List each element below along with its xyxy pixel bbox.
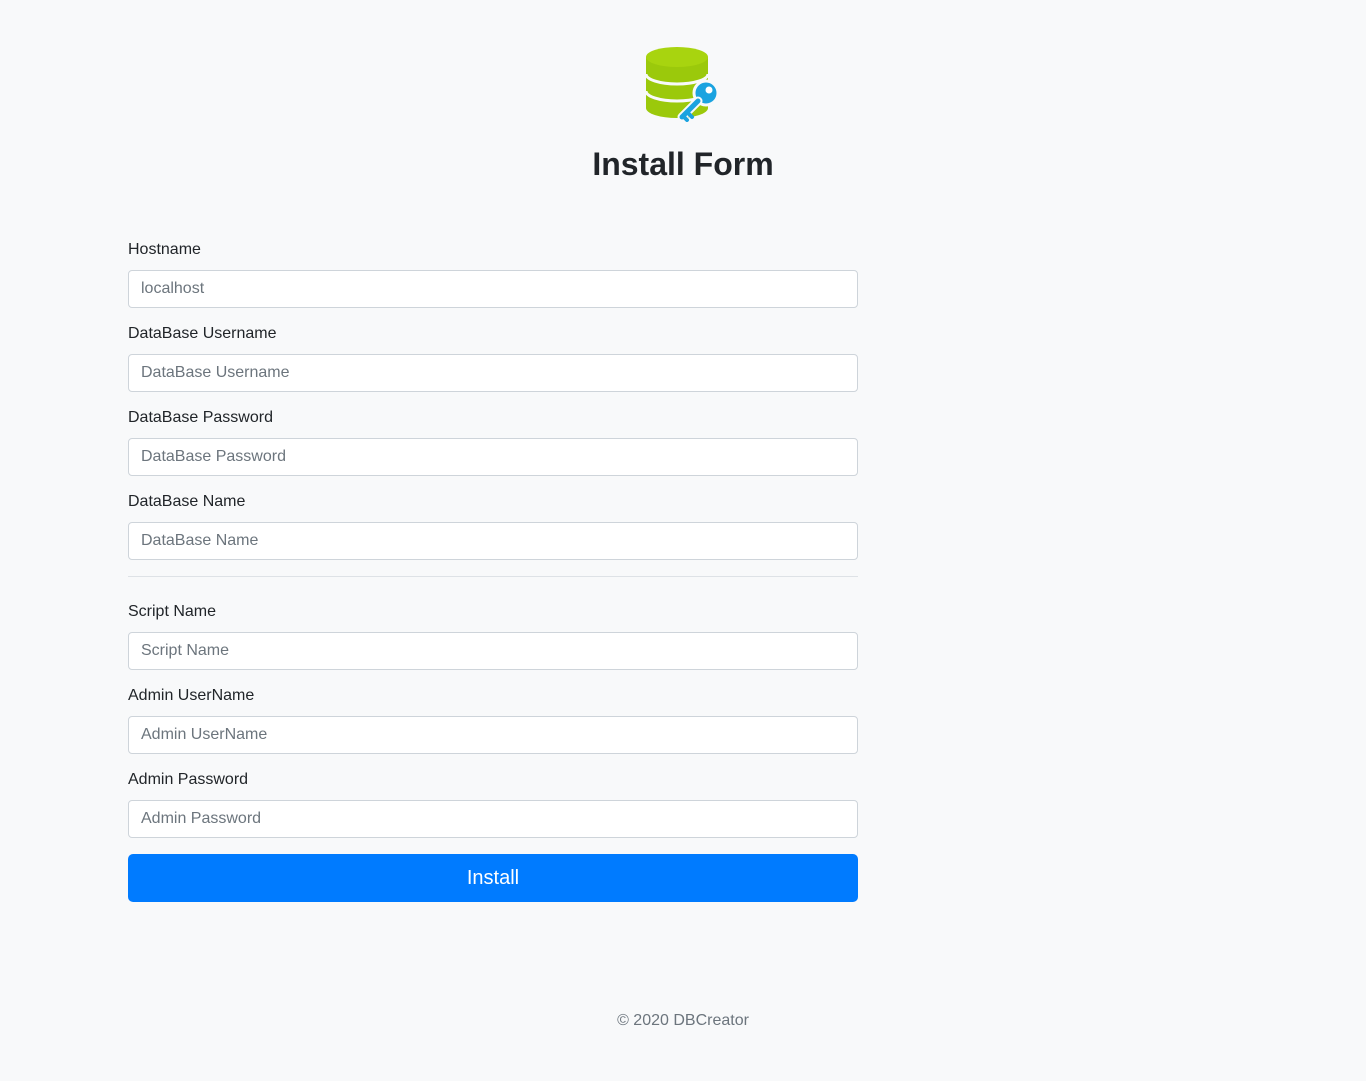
db-username-input[interactable] xyxy=(128,354,858,392)
script-name-label: Script Name xyxy=(128,603,217,620)
db-name-input[interactable] xyxy=(128,522,858,560)
admin-password-label: Admin Password xyxy=(128,771,249,788)
admin-username-input[interactable] xyxy=(128,716,858,754)
install-form: Hostname DataBase Username DataBase Pass… xyxy=(128,240,858,902)
db-password-input[interactable] xyxy=(128,438,858,476)
page-title: Install Form xyxy=(592,146,774,182)
section-divider xyxy=(128,576,858,577)
hostname-label: Hostname xyxy=(128,241,201,258)
script-name-group: Script Name xyxy=(128,602,858,670)
admin-username-label: Admin UserName xyxy=(128,687,255,704)
admin-username-group: Admin UserName xyxy=(128,686,858,754)
hostname-group: Hostname xyxy=(128,240,858,308)
db-username-group: DataBase Username xyxy=(128,324,858,392)
footer-copyright: © 2020 DBCreator xyxy=(617,1012,749,1029)
db-name-label: DataBase Name xyxy=(128,493,246,510)
database-key-icon xyxy=(643,46,723,122)
db-name-group: DataBase Name xyxy=(128,492,858,560)
db-password-label: DataBase Password xyxy=(128,409,273,426)
script-name-input[interactable] xyxy=(128,632,858,670)
admin-password-input[interactable] xyxy=(128,800,858,838)
hostname-input[interactable] xyxy=(128,270,858,308)
install-button[interactable]: Install xyxy=(128,854,858,902)
admin-password-group: Admin Password xyxy=(128,770,858,838)
db-password-group: DataBase Password xyxy=(128,408,858,476)
db-username-label: DataBase Username xyxy=(128,325,277,342)
